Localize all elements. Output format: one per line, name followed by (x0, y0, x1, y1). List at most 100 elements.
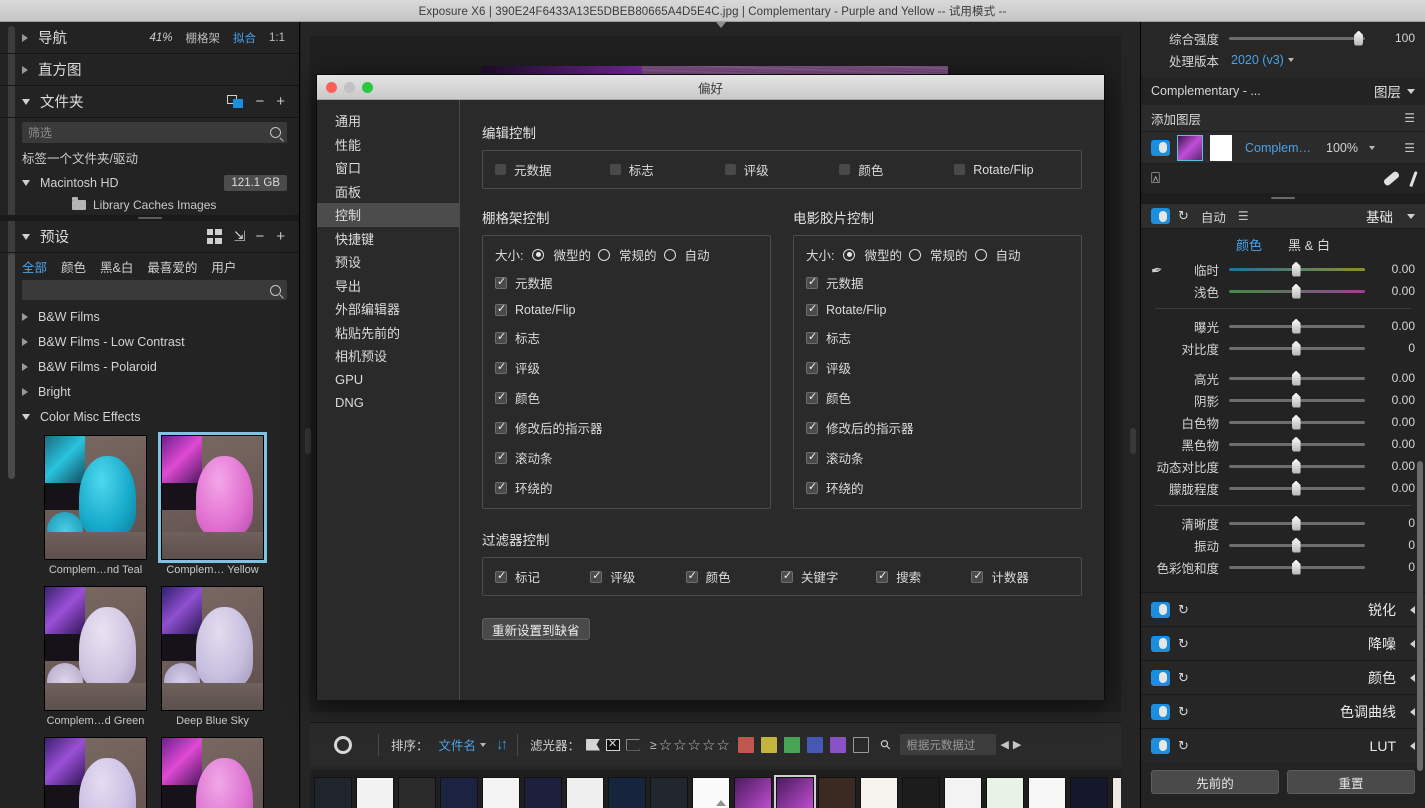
nav-item-performance[interactable]: 性能 (317, 133, 459, 157)
flag-unflagged-icon[interactable] (626, 738, 641, 751)
filmstrip-check-scrollbar[interactable]: 滚动条 (806, 448, 1069, 467)
color-swatch-green[interactable] (783, 736, 800, 753)
brush-icon[interactable] (1409, 170, 1418, 187)
layer-name[interactable]: Complem… (1245, 141, 1311, 155)
reset-icon[interactable]: ↻ (1178, 738, 1189, 754)
tab-color[interactable]: 颜色 (1236, 235, 1262, 254)
sort-direction-icon[interactable]: ↓↑ (496, 736, 508, 753)
reset-icon[interactable]: ↻ (1178, 208, 1189, 224)
contrast-slider[interactable] (1229, 340, 1365, 356)
layer-visibility-toggle[interactable] (1151, 139, 1170, 156)
preset-group-bw-low-contrast[interactable]: B&W Films - Low Contrast (0, 329, 299, 354)
reset-icon[interactable]: ↻ (1178, 704, 1189, 720)
preset-tab-user[interactable]: 用户 (211, 257, 236, 276)
left-panel-handle[interactable] (305, 428, 311, 454)
minus-icon[interactable]: − (255, 229, 264, 244)
checkbox[interactable] (495, 164, 506, 175)
checkbox[interactable] (495, 330, 507, 344)
panel-toggle[interactable] (1151, 737, 1170, 754)
preset-tab-favorites[interactable]: 最喜爱的 (147, 257, 197, 276)
color-swatch-blue[interactable] (806, 736, 823, 753)
whites-slider[interactable] (1229, 414, 1365, 430)
filter-check-flag[interactable]: 标记 (495, 567, 590, 586)
navigator-ratio[interactable]: 1:1 (269, 32, 285, 44)
preset-tab-color[interactable]: 颜色 (61, 257, 86, 276)
grid-check-rating[interactable]: 评级 (495, 358, 758, 377)
checkbox[interactable] (971, 569, 984, 583)
checkbox[interactable] (806, 302, 818, 316)
panel-row-lut[interactable]: ↻ LUT (1141, 728, 1425, 762)
filmstrip-item[interactable] (314, 777, 352, 808)
radio-filmstrip-regular[interactable] (909, 248, 921, 261)
sort-value[interactable]: 文件名 (439, 735, 477, 754)
tint-slider[interactable] (1229, 283, 1365, 299)
filmstrip-item[interactable] (986, 777, 1024, 808)
grid-check-scrollbar[interactable]: 滚动条 (495, 448, 758, 467)
checkbox[interactable] (806, 330, 818, 344)
preset-tab-all[interactable]: 全部 (22, 257, 47, 276)
filmstrip-check-color[interactable]: 颜色 (806, 388, 1069, 407)
checkbox[interactable] (876, 569, 889, 583)
filmstrip-item[interactable] (356, 777, 394, 808)
grid-check-wrap[interactable]: 环绕的 (495, 478, 758, 497)
filmstrip-check-wrap[interactable]: 环绕的 (806, 478, 1069, 497)
checkbox[interactable] (495, 390, 507, 404)
panel-toggle[interactable] (1151, 635, 1170, 652)
nav-item-shortcuts[interactable]: 快捷键 (317, 227, 459, 251)
haze-slider[interactable] (1229, 480, 1365, 496)
grid-check-color[interactable]: 颜色 (495, 388, 758, 407)
chevron-down-icon[interactable] (1407, 213, 1415, 219)
navigator-section-header[interactable]: 导航 41% 棚格架 拟合 1:1 (0, 22, 299, 54)
chevron-down-icon[interactable] (1407, 88, 1415, 94)
checkbox[interactable] (806, 390, 818, 404)
preset-search-input[interactable] (22, 280, 287, 300)
nav-item-gpu[interactable]: GPU (317, 368, 459, 392)
preset-thumb-selected[interactable]: Complem… Yellow (158, 432, 267, 576)
radio-grid-auto[interactable] (663, 248, 676, 261)
filmstrip-item[interactable] (734, 777, 772, 808)
highlights-slider[interactable] (1229, 370, 1365, 386)
grid-check-modified-indicator[interactable]: 修改后的指示器 (495, 418, 758, 437)
dynamic-contrast-slider[interactable] (1229, 458, 1365, 474)
collapse-all-icon[interactable]: ⇲ (234, 228, 246, 245)
color-swatch-yellow[interactable] (760, 736, 777, 753)
folder-filter-input[interactable]: 筛选 (22, 122, 287, 143)
right-panel-handle[interactable] (1130, 428, 1136, 454)
tab-blackwhite[interactable]: 黑 & 白 (1288, 235, 1330, 254)
layer-thumbnail[interactable] (1177, 134, 1203, 161)
blacks-slider[interactable] (1229, 436, 1365, 452)
nav-item-presets[interactable]: 预设 (317, 250, 459, 274)
preset-thumb[interactable] (44, 737, 147, 808)
preset-group-bw-films[interactable]: B&W Films (0, 304, 299, 329)
add-folder-icon[interactable] (227, 95, 244, 108)
preset-thumb[interactable] (161, 737, 264, 808)
filmstrip-item[interactable] (524, 777, 562, 808)
panel-row-tone-curve[interactable]: ↻ 色调曲线 (1141, 694, 1425, 728)
filmstrip-item-selected[interactable] (774, 775, 816, 808)
checkbox[interactable] (839, 164, 851, 175)
layer-mask-thumbnail[interactable] (1210, 134, 1232, 161)
presets-section-header[interactable]: 预设 ⇲ − + (0, 221, 299, 253)
exposure-slider[interactable] (1229, 318, 1365, 334)
panel-row-sharpen[interactable]: ↻ 锐化 (1141, 592, 1425, 626)
filmstrip-check-rating[interactable]: 评级 (806, 358, 1069, 377)
filmstrip-item[interactable] (1112, 777, 1121, 808)
chevron-left-icon[interactable] (1410, 605, 1415, 614)
histogram-section-header[interactable]: 直方图 (0, 54, 299, 86)
basic-panel-toggle[interactable] (1151, 208, 1170, 224)
temperature-slider[interactable] (1229, 261, 1365, 277)
flag-picked-icon[interactable] (586, 738, 601, 751)
nav-item-external-editor[interactable]: 外部编辑器 (317, 297, 459, 321)
filmstrip-item[interactable] (1028, 777, 1066, 808)
filmstrip-item[interactable] (650, 777, 688, 808)
saturation-slider[interactable] (1229, 559, 1365, 575)
chevron-down-icon[interactable] (1368, 145, 1375, 150)
crop-icon[interactable]: ⍓ (1151, 170, 1160, 187)
filmstrip-item[interactable] (944, 777, 982, 808)
add-layer-row[interactable]: 添加图层 ☰ (1141, 105, 1425, 131)
checkbox[interactable] (495, 450, 507, 464)
preset-tab-bw[interactable]: 黑&白 (100, 257, 133, 276)
flag-rejected-icon[interactable] (606, 737, 621, 751)
plus-icon[interactable]: + (276, 229, 285, 244)
preset-group-bw-polaroid[interactable]: B&W Films - Polaroid (0, 354, 299, 379)
